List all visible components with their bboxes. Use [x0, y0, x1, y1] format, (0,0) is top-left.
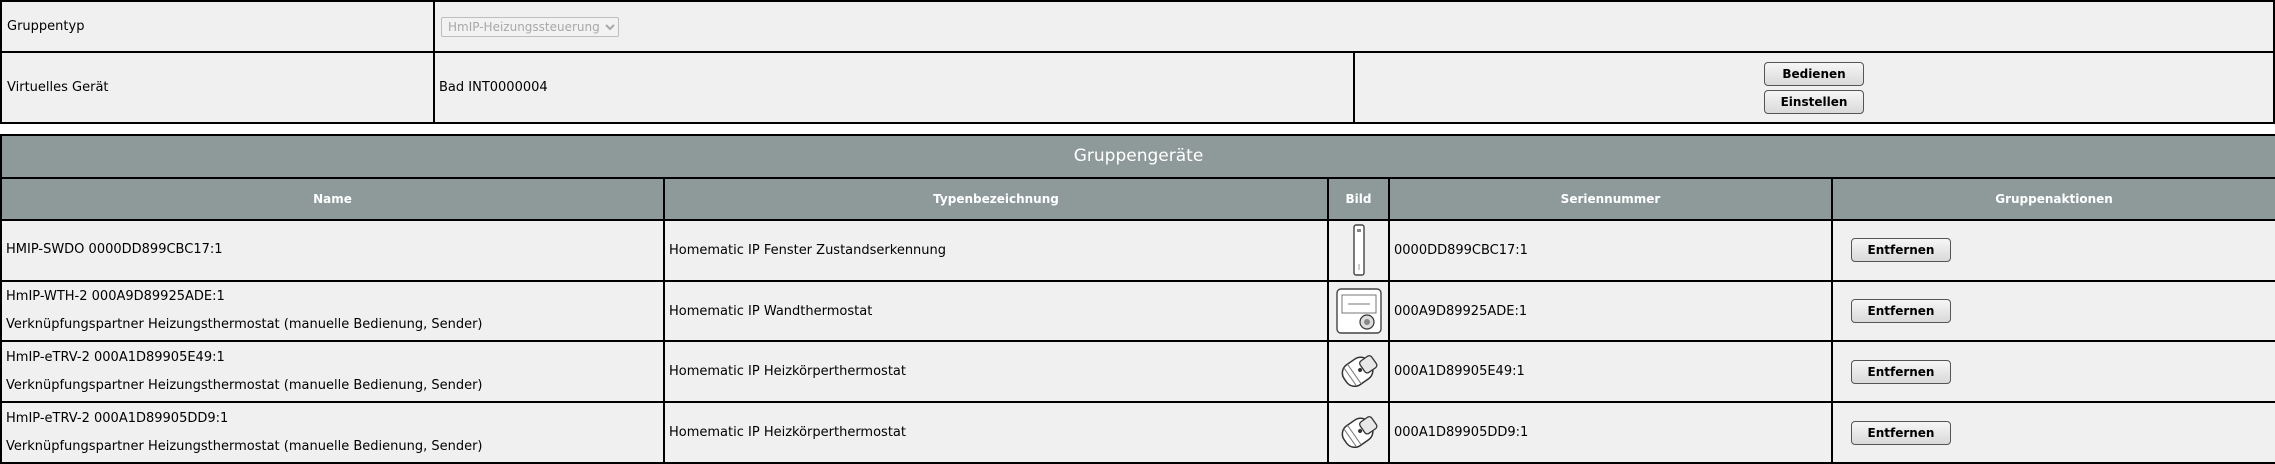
device-image-cell — [1327, 401, 1390, 464]
device-name: HmIP-eTRV-2 000A1D89905E49:1 — [6, 349, 225, 365]
device-serial: 000A1D89905DD9:1 — [1388, 401, 1833, 464]
window-contact-sensor-icon — [1352, 224, 1365, 276]
device-name: HmIP-WTH-2 000A9D89925ADE:1 — [6, 289, 225, 304]
device-name-cell: HmIP-WTH-2 000A9D89925ADE:1 Verknüpfungs… — [0, 279, 665, 343]
device-role: Verknüpfungspartner Heizungsthermostat (… — [6, 377, 483, 393]
device-serial: 000A9D89925ADE:1 — [1388, 279, 1833, 343]
virtual-device-value: Bad INT0000004 — [433, 51, 1355, 124]
column-header-type: Typenbezeichnung — [663, 176, 1329, 221]
operate-button[interactable]: Bedienen — [1764, 61, 1864, 86]
table-row: HmIP-eTRV-2 000A1D89905E49:1 Verknüpfung… — [0, 340, 2275, 404]
device-name: HMIP-SWDO 0000DD899CBC17:1 — [6, 242, 223, 258]
device-role: Verknüpfungspartner Heizungsthermostat (… — [6, 317, 483, 332]
group-settings-table: Gruppentyp HmIP-Heizungssteuerung Virtue… — [0, 0, 2275, 124]
group-type-select[interactable]: HmIP-Heizungssteuerung — [441, 16, 619, 37]
table-row: HMIP-SWDO 0000DD899CBC17:1 Homematic IP … — [0, 218, 2275, 282]
device-type: Homematic IP Wandthermostat — [663, 279, 1329, 343]
column-header-row: Name Typenbezeichnung Bild Seriennummer … — [0, 176, 2275, 221]
device-actions-cell: Entfernen — [1830, 401, 2275, 464]
device-name-cell: HMIP-SWDO 0000DD899CBC17:1 — [0, 218, 665, 282]
column-header-image: Bild — [1327, 176, 1390, 221]
column-header-name: Name — [0, 176, 665, 221]
device-actions-cell: Entfernen — [1830, 340, 2275, 404]
column-header-actions: Gruppenaktionen — [1830, 176, 2275, 221]
group-devices-caption: Gruppengeräte — [0, 134, 2275, 179]
device-name: HmIP-eTRV-2 000A1D89905DD9:1 — [6, 410, 229, 426]
radiator-thermostat-icon — [1341, 354, 1377, 387]
device-image-cell — [1327, 218, 1390, 282]
radiator-thermostat-icon — [1341, 415, 1377, 448]
device-image-cell — [1327, 340, 1390, 404]
device-image-cell — [1327, 279, 1390, 343]
wall-thermostat-icon — [1335, 288, 1382, 334]
group-type-label: Gruppentyp — [0, 0, 435, 53]
device-actions-cell: Entfernen — [1830, 218, 2275, 282]
remove-button[interactable]: Entfernen — [1851, 420, 1951, 445]
remove-button[interactable]: Entfernen — [1851, 238, 1951, 263]
virtual-device-actions: Bedienen Einstellen — [1353, 51, 2275, 124]
device-serial: 000A1D89905E49:1 — [1388, 340, 1833, 404]
device-type: Homematic IP Heizkörperthermostat — [663, 340, 1329, 404]
device-serial: 0000DD899CBC17:1 — [1388, 218, 1833, 282]
group-type-cell: HmIP-Heizungssteuerung — [433, 0, 2275, 53]
remove-button[interactable]: Entfernen — [1851, 359, 1951, 384]
table-row: HmIP-WTH-2 000A9D89925ADE:1 Verknüpfungs… — [0, 279, 2275, 343]
group-devices-caption-row: Gruppengeräte — [0, 134, 2275, 179]
table-row: HmIP-eTRV-2 000A1D89905DD9:1 Verknüpfung… — [0, 401, 2275, 464]
device-role: Verknüpfungspartner Heizungsthermostat (… — [6, 438, 483, 454]
virtual-device-label: Virtuelles Gerät — [0, 51, 435, 124]
device-name-cell: HmIP-eTRV-2 000A1D89905DD9:1 Verknüpfung… — [0, 401, 665, 464]
device-actions-cell: Entfernen — [1830, 279, 2275, 343]
device-type: Homematic IP Heizkörperthermostat — [663, 401, 1329, 464]
device-type: Homematic IP Fenster Zustandserkennung — [663, 218, 1329, 282]
group-devices-table: Gruppengeräte Name Typenbezeichnung Bild… — [0, 134, 2275, 464]
device-name-cell: HmIP-eTRV-2 000A1D89905E49:1 Verknüpfung… — [0, 340, 665, 404]
column-header-serial: Seriennummer — [1388, 176, 1833, 221]
virtual-device-row: Virtuelles Gerät Bad INT0000004 Bedienen… — [0, 51, 2275, 124]
configure-button[interactable]: Einstellen — [1764, 89, 1864, 114]
remove-button[interactable]: Entfernen — [1851, 299, 1951, 323]
group-type-row: Gruppentyp HmIP-Heizungssteuerung — [0, 0, 2275, 53]
